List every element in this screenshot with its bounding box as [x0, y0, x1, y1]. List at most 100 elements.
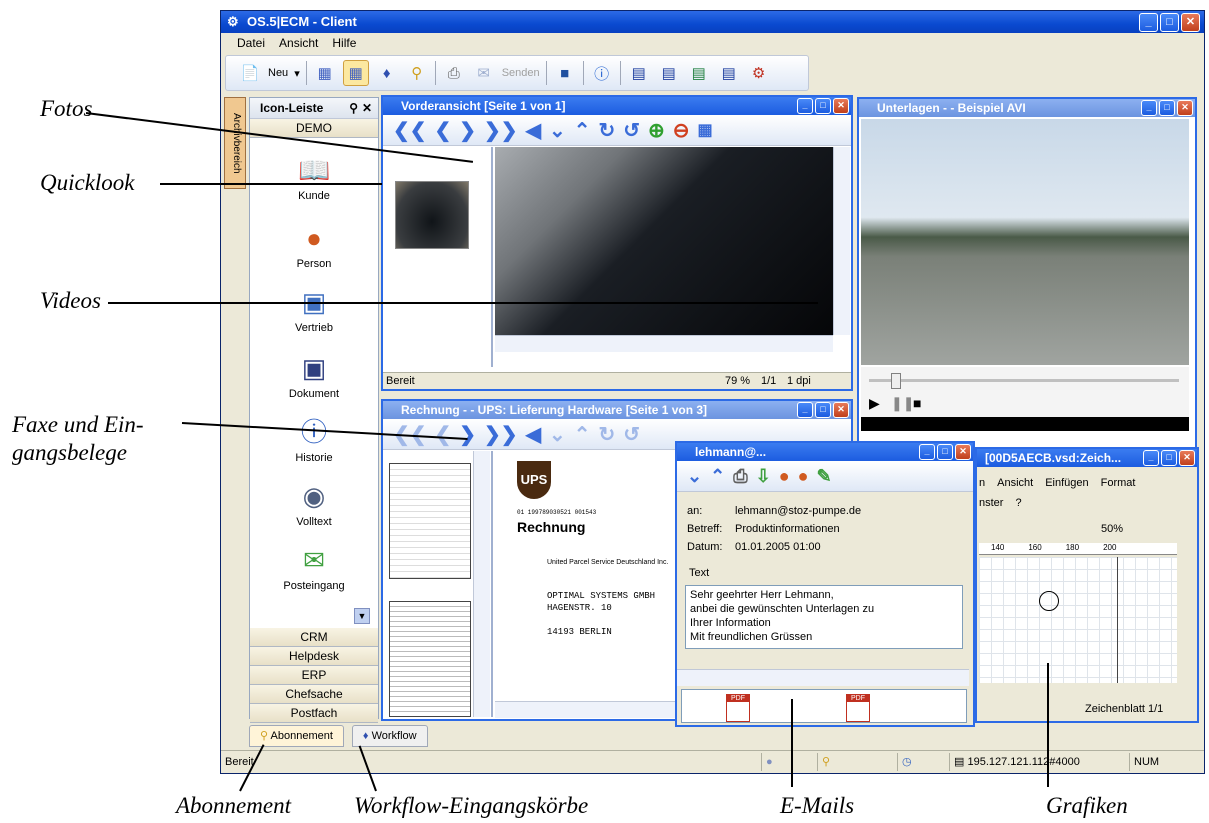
prev-page-icon[interactable]: ❮	[435, 422, 452, 447]
close-button[interactable]: ✕	[833, 98, 849, 114]
email-body[interactable]: Sehr geehrter Herr Lehmann, anbei die ge…	[685, 585, 963, 649]
maximize-button[interactable]: □	[1160, 13, 1179, 32]
print-icon[interactable]: ⎙	[442, 61, 466, 85]
vorderansicht-title[interactable]: Vorderansicht [Seite 1 von 1]	[383, 97, 851, 115]
group-chefsache[interactable]: Chefsache	[250, 685, 378, 704]
group-postfach[interactable]: Postfach	[250, 704, 378, 723]
quicklook-thumbnail[interactable]	[395, 181, 469, 249]
maximize-button[interactable]: □	[815, 98, 831, 114]
down-icon[interactable]: ⌄	[687, 466, 702, 487]
sidebar-item-dokument[interactable]: ▣ Dokument	[250, 352, 378, 400]
new-icon[interactable]: 📄	[238, 61, 262, 85]
pause-icon[interactable]: ❚❚	[891, 395, 914, 412]
grid-view-active-icon[interactable]: ▦	[342, 60, 369, 86]
clock-icon[interactable]: ◷	[897, 753, 942, 771]
seek-thumb[interactable]	[891, 373, 901, 389]
stop-icon[interactable]: ■	[913, 395, 921, 411]
key-status-icon[interactable]: ⚲	[817, 753, 862, 771]
up-icon[interactable]: ⌃	[574, 422, 591, 447]
minimize-button[interactable]: _	[919, 444, 935, 460]
sidebar-item-volltext[interactable]: ◉ Volltext	[250, 480, 378, 528]
sidebar-item-vertrieb[interactable]: ▣ Vertrieb	[250, 286, 378, 334]
group-helpdesk[interactable]: Helpdesk	[250, 647, 378, 666]
last-page-icon[interactable]: ❯❯	[484, 118, 518, 143]
minimize-button[interactable]: _	[797, 402, 813, 418]
close-button[interactable]: ✕	[1177, 100, 1193, 116]
book-icon[interactable]: ■	[553, 61, 577, 85]
maximize-button[interactable]: □	[1159, 100, 1175, 116]
close-button[interactable]: ✕	[1181, 13, 1200, 32]
minimize-button[interactable]: _	[1143, 450, 1159, 466]
save-icon[interactable]: ⇩	[756, 466, 771, 487]
menu-datei[interactable]: Datei	[237, 33, 265, 53]
first-page-icon[interactable]: ❮❮	[393, 118, 427, 143]
play-icon[interactable]: ▶	[869, 395, 880, 412]
next-page-icon[interactable]: ❯	[459, 422, 476, 447]
menu-ansicht[interactable]: Ansicht	[279, 33, 318, 53]
send-button-label[interactable]: Senden	[502, 67, 540, 79]
visio-sheet[interactable]: Zeichenblatt 1/1	[1085, 703, 1163, 715]
sidebar-item-posteingang[interactable]: ✉ Posteingang	[250, 544, 378, 592]
print-icon[interactable]: ⎙	[733, 466, 747, 487]
archivbereich-tab[interactable]: Archivbereich	[224, 97, 246, 189]
close-button[interactable]: ✕	[955, 444, 971, 460]
rotate-left-icon[interactable]: ↺	[623, 422, 640, 447]
thumb-vscroll[interactable]	[473, 451, 490, 717]
rechnung-title[interactable]: Rechnung - - UPS: Lieferung Hardware [Se…	[383, 401, 851, 419]
info-icon[interactable]: ⓘ	[590, 61, 614, 85]
edit-icon[interactable]: ✎	[816, 466, 831, 487]
minimize-button[interactable]: _	[1139, 13, 1158, 32]
form-add-icon[interactable]: ▤	[657, 61, 681, 85]
photo-vscroll[interactable]	[833, 147, 850, 335]
key-icon[interactable]: ⚲	[405, 61, 429, 85]
minimize-button[interactable]: _	[1141, 100, 1157, 116]
chat-icon[interactable]: ●	[761, 753, 806, 771]
visio-canvas[interactable]	[979, 557, 1177, 683]
rotate-right-icon[interactable]: ↻	[598, 118, 615, 143]
zoom-in-icon[interactable]: ⊕	[648, 118, 665, 143]
maximize-button[interactable]: □	[937, 444, 953, 460]
last-page-icon[interactable]: ❯❯	[484, 422, 518, 447]
fit-page-icon[interactable]: ▦	[698, 120, 713, 140]
transistor-symbol[interactable]	[1039, 591, 1059, 611]
form-a-icon[interactable]: ▤	[627, 61, 651, 85]
prev-page-icon[interactable]: ❮	[435, 118, 452, 143]
settings-icon[interactable]: ⚙	[747, 61, 771, 85]
fax-page-thumb[interactable]	[389, 463, 471, 579]
menu-hilfe[interactable]: Hilfe	[332, 33, 356, 53]
panel-close-icon[interactable]: ✕	[362, 98, 372, 118]
contact-remove-icon[interactable]: ●	[798, 466, 809, 487]
contact-icon[interactable]: ●	[779, 466, 790, 487]
visio-zoom[interactable]: 50%	[1101, 523, 1123, 535]
rotate-left-icon[interactable]: ↺	[623, 118, 640, 143]
pdf-icon[interactable]: PDF	[846, 694, 870, 722]
invoice-hscroll[interactable]	[495, 701, 675, 718]
photo-hscroll[interactable]	[495, 335, 833, 352]
grid-view-icon[interactable]: ▦	[313, 61, 337, 85]
pin-icon[interactable]: ⚲	[349, 98, 358, 118]
sidebar-item-historie[interactable]: ⓘ Historie	[250, 416, 378, 464]
next-page-icon[interactable]: ❯	[459, 118, 476, 143]
down-icon[interactable]: ⌄	[549, 118, 566, 143]
video-seekbar[interactable]	[869, 379, 1179, 382]
close-button[interactable]: ✕	[833, 402, 849, 418]
maximize-button[interactable]: □	[1161, 450, 1177, 466]
send-icon[interactable]: ✉	[472, 61, 496, 85]
back-icon[interactable]: ◀	[526, 422, 541, 447]
workflow-icon[interactable]: ♦	[375, 61, 399, 85]
sidebar-item-person[interactable]: ● Person	[250, 222, 378, 270]
fax-page-thumb[interactable]	[389, 601, 471, 717]
zoom-out-icon[interactable]: ⊖	[673, 118, 690, 143]
new-button-label[interactable]: Neu	[268, 67, 288, 79]
up-icon[interactable]: ⌃	[710, 466, 725, 487]
pdf-icon[interactable]: PDF	[726, 694, 750, 722]
tab-workflow[interactable]: ♦ Workflow	[351, 725, 428, 747]
sidebar-item-kunde[interactable]: 📖 Kunde	[250, 154, 378, 202]
up-icon[interactable]: ⌃	[574, 118, 591, 143]
back-icon[interactable]: ◀	[526, 118, 541, 143]
group-erp[interactable]: ERP	[250, 666, 378, 685]
email-hscroll[interactable]	[677, 669, 969, 686]
down-icon[interactable]: ⌄	[549, 422, 566, 447]
minimize-button[interactable]: _	[797, 98, 813, 114]
maximize-button[interactable]: □	[815, 402, 831, 418]
